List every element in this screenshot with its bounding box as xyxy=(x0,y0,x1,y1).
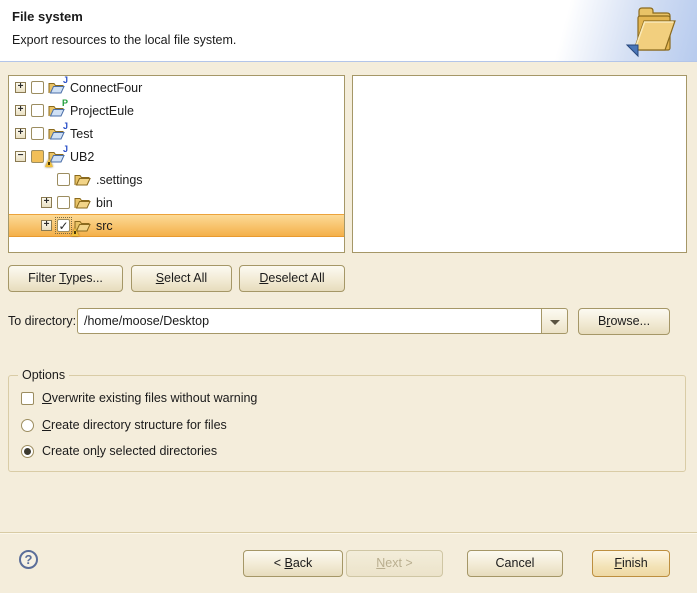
project-folder-icon: J xyxy=(48,126,65,142)
question-mark-icon: ? xyxy=(25,552,33,567)
tree-row-src[interactable]: + ✓ src xyxy=(9,214,344,237)
tree-item-label: Test xyxy=(70,127,93,141)
tree-row-settings[interactable]: ✓ .settings xyxy=(9,168,344,191)
warning-badge-icon xyxy=(45,159,53,167)
checkbox-test[interactable]: ✓ xyxy=(31,127,44,140)
tree-row-ub2[interactable]: − ✓ J UB2 xyxy=(9,145,344,168)
tree-row-connectfour[interactable]: + ✓ J ConnectFour xyxy=(9,76,344,99)
java-badge-icon: J xyxy=(63,122,68,131)
back-button[interactable]: < Back xyxy=(243,550,343,577)
resource-tree: + ✓ J ConnectFour + ✓ P ProjectEule + ✓ … xyxy=(8,75,345,253)
java-badge-icon: J xyxy=(63,76,68,85)
project-folder-icon: P xyxy=(48,103,65,119)
tree-item-label: ConnectFour xyxy=(70,81,142,95)
create-only-selected-radio[interactable]: Create only selected directories xyxy=(21,444,217,458)
select-all-button[interactable]: Select All xyxy=(131,265,232,292)
expand-icon[interactable]: + xyxy=(15,128,26,139)
options-group: Options ✓ Overwrite existing files witho… xyxy=(8,375,686,472)
create-directory-structure-radio[interactable]: Create directory structure for files xyxy=(21,418,227,432)
expand-icon[interactable]: + xyxy=(41,220,52,231)
radio-selected-icon xyxy=(21,445,34,458)
tree-item-label: ProjectEule xyxy=(70,104,134,118)
export-folder-icon xyxy=(623,3,681,59)
file-list-panel xyxy=(352,75,687,253)
project-folder-icon: J xyxy=(48,149,65,165)
folder-icon xyxy=(74,218,91,234)
tree-item-label: .settings xyxy=(96,173,143,187)
java-badge-icon: J xyxy=(63,145,68,154)
collapse-icon[interactable]: − xyxy=(15,151,26,162)
directory-input[interactable] xyxy=(77,308,541,334)
dialog-header: File system Export resources to the loca… xyxy=(0,0,697,62)
next-button[interactable]: Next > xyxy=(346,550,443,577)
help-button[interactable]: ? xyxy=(19,550,38,569)
tree-row-projecteule[interactable]: + ✓ P ProjectEule xyxy=(9,99,344,122)
tree-item-label: UB2 xyxy=(70,150,94,164)
checkbox-bin[interactable]: ✓ xyxy=(57,196,70,209)
expand-icon[interactable]: + xyxy=(15,82,26,93)
project-badge-icon: P xyxy=(62,99,68,108)
overwrite-existing-checkbox[interactable]: ✓ Overwrite existing files without warni… xyxy=(21,391,257,405)
checkbox-projecteule[interactable]: ✓ xyxy=(31,104,44,117)
radio-icon xyxy=(21,419,34,432)
options-legend: Options xyxy=(18,368,69,382)
checkbox-ub2[interactable]: ✓ xyxy=(31,150,44,163)
folder-icon xyxy=(74,195,91,211)
expand-icon[interactable]: + xyxy=(41,197,52,208)
tree-row-bin[interactable]: + ✓ bin xyxy=(9,191,344,214)
checkbox-icon: ✓ xyxy=(21,392,34,405)
page-title: File system xyxy=(12,9,83,24)
browse-button[interactable]: Browse... xyxy=(578,308,670,335)
to-directory-label: To directory: xyxy=(8,314,76,328)
project-folder-icon: J xyxy=(48,80,65,96)
filter-types-button[interactable]: Filter Types... xyxy=(8,265,123,292)
tree-item-label: bin xyxy=(96,196,113,210)
deselect-all-button[interactable]: Deselect All xyxy=(239,265,345,292)
cancel-button[interactable]: Cancel xyxy=(467,550,563,577)
finish-button[interactable]: Finish xyxy=(592,550,670,577)
tree-row-test[interactable]: + ✓ J Test xyxy=(9,122,344,145)
checkbox-connectfour[interactable]: ✓ xyxy=(31,81,44,94)
expand-icon[interactable]: + xyxy=(15,105,26,116)
checkbox-settings[interactable]: ✓ xyxy=(57,173,70,186)
directory-dropdown-button[interactable] xyxy=(541,308,568,334)
checkbox-src[interactable]: ✓ xyxy=(57,219,70,232)
footer-separator xyxy=(0,532,697,534)
folder-icon xyxy=(74,172,91,188)
tree-item-label: src xyxy=(96,219,113,233)
chevron-down-icon xyxy=(550,320,560,325)
page-subtitle: Export resources to the local file syste… xyxy=(12,33,236,47)
warning-badge-icon xyxy=(71,228,79,236)
export-file-system-dialog: File system Export resources to the loca… xyxy=(0,0,697,593)
